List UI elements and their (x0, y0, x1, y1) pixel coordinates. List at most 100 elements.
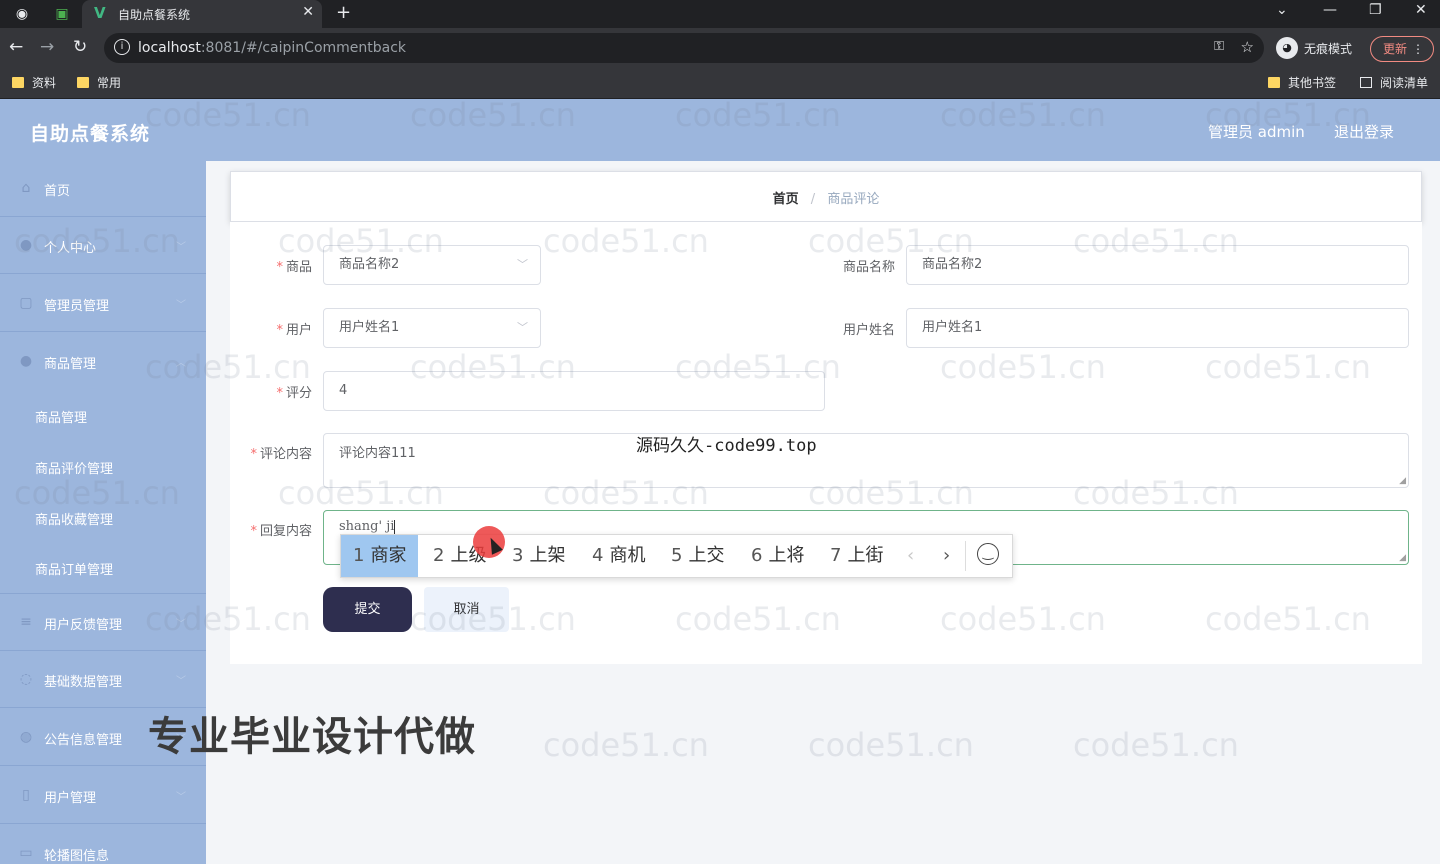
required-mark: * (276, 260, 283, 275)
ime-candidate-number: 6 (751, 545, 763, 566)
browser-tab[interactable]: V 自助点餐系统 ✕ (82, 0, 322, 28)
breadcrumb-separator: / (810, 192, 816, 207)
vue-logo-icon: V (94, 4, 106, 22)
ime-candidate[interactable]: 5 上交 (671, 535, 724, 577)
ime-candidate-text: 商机 (609, 545, 646, 566)
breadcrumb: 首页 / 商品评论 (230, 171, 1422, 222)
app-header: 自助点餐系统 管理员 admin 退出登录 (0, 99, 1440, 161)
browser-toolbar: ← → ↻ i localhost:8081/#/caipinCommentba… (0, 28, 1440, 68)
score-field[interactable]: 4 (323, 371, 825, 411)
watermark: code51.cn (1073, 726, 1239, 764)
sidebar-item-label: 商品管理 (44, 357, 97, 372)
ime-candidate-text: 上架 (529, 545, 566, 566)
site-info-icon[interactable]: i (114, 39, 130, 55)
ime-candidate-number: 3 (512, 545, 524, 566)
ime-prev-page-icon[interactable]: ‹ (907, 535, 914, 577)
password-key-icon[interactable]: ⚿ (1214, 39, 1224, 54)
sidebar-item-users[interactable]: ▯ 用户管理 ﹀ (0, 768, 206, 824)
sidebar-item-profile[interactable]: ● 个人中心 ﹀ (0, 218, 206, 274)
sidebar-item-admins[interactable]: ▢ 管理员管理 ﹀ (0, 276, 206, 332)
back-icon[interactable]: ← (9, 37, 23, 57)
score-label: * 评分 (250, 382, 312, 401)
more-menu-icon[interactable]: ⋮ (1412, 37, 1424, 61)
phone-icon: ▯ (22, 787, 30, 803)
document-icon: ▢ (19, 295, 33, 311)
incognito-indicator[interactable]: ◕ 无痕模式 (1276, 37, 1352, 59)
folder-icon (12, 77, 24, 88)
ime-candidate[interactable]: 4 商机 (592, 535, 645, 577)
home-icon: ⌂ (21, 180, 31, 196)
reload-icon[interactable]: ↻ (73, 37, 87, 57)
bookmark-folder[interactable]: 常用 (77, 74, 121, 91)
emoji-icon[interactable]: ‿ (977, 543, 999, 565)
tab-search-icon[interactable]: ⌄ (1276, 2, 1288, 18)
sidebar-item-feedback[interactable]: ≡ 用户反馈管理 ﹀ (0, 595, 206, 651)
address-bar[interactable]: i localhost:8081/#/caipinCommentback ⚿ ☆ (104, 33, 1264, 63)
close-tab-icon[interactable]: ✕ (302, 4, 314, 20)
product-label: * 商品 (250, 256, 312, 275)
image-icon: ▭ (19, 845, 33, 861)
comment-textarea[interactable]: 评论内容111 ◢ (323, 433, 1409, 488)
update-button[interactable]: 更新 ⋮ (1370, 36, 1434, 62)
tab-title: 自助点餐系统 (118, 8, 191, 22)
required-mark: * (276, 323, 283, 338)
user-select-value: 用户姓名1 (339, 320, 400, 335)
user-select[interactable]: 用户姓名1 ﹀ (323, 308, 541, 348)
sidebar-item-carousel[interactable]: ▭ 轮播图信息 (0, 826, 206, 864)
browser-menu-icon[interactable]: ◉ (12, 4, 32, 24)
logout-link[interactable]: 退出登录 (1334, 121, 1394, 142)
comment-label-text: 评论内容 (259, 447, 312, 462)
restore-icon[interactable]: ❐ (1369, 2, 1382, 18)
ime-candidate-number: 7 (830, 545, 842, 566)
chevron-down-icon: ﹀ (517, 258, 528, 271)
sidebar-subitem-favorites[interactable]: 商品收藏管理 (0, 492, 206, 543)
comment-value: 评论内容111 (339, 446, 416, 461)
bookmark-star-icon[interactable]: ☆ (1241, 38, 1254, 56)
user-name-field[interactable]: 用户姓名1 (906, 308, 1409, 348)
ime-candidate-number: 2 (433, 545, 445, 566)
ime-candidate-number: 1 (353, 545, 365, 566)
other-bookmarks[interactable]: 其他书签 (1268, 74, 1336, 91)
new-tab-button[interactable]: + (336, 2, 351, 23)
ime-candidate[interactable]: 6 上将 (751, 535, 804, 577)
sidebar-item-products[interactable]: ● 商品管理 ︿ (0, 334, 206, 390)
chevron-down-icon: ﹀ (517, 321, 528, 334)
breadcrumb-home[interactable]: 首页 (773, 192, 799, 207)
required-mark: * (250, 447, 257, 462)
minimize-icon[interactable]: — (1323, 2, 1337, 18)
sidebar-item-basic-data[interactable]: ◌ 基础数据管理 ﹀ (0, 652, 206, 708)
ime-next-page-icon[interactable]: › (943, 535, 950, 577)
resize-handle-icon[interactable]: ◢ (1399, 476, 1406, 486)
reading-list-label: 阅读清单 (1380, 76, 1429, 90)
bookmark-folder[interactable]: 资料 (12, 74, 56, 91)
resize-handle-icon[interactable]: ◢ (1399, 553, 1406, 563)
ime-candidate[interactable]: 3 上架 (512, 535, 565, 577)
bookmark-label: 常用 (97, 76, 122, 90)
ime-candidate[interactable]: 1 商家 (341, 535, 419, 577)
sidebar-subitem-label: 商品订单管理 (35, 563, 114, 578)
reading-list[interactable]: 阅读清单 (1360, 74, 1428, 91)
forward-icon[interactable]: → (40, 37, 54, 57)
ime-candidate-number: 5 (671, 545, 683, 566)
list-icon: ≡ (20, 614, 32, 630)
sidebar-subitem-orders[interactable]: 商品订单管理 (0, 542, 206, 594)
chevron-down-icon: ﹀ (176, 619, 186, 630)
cancel-button[interactable]: 取消 (424, 587, 509, 632)
sidebar-item-label: 个人中心 (44, 241, 97, 256)
user-label: * 用户 (250, 319, 312, 338)
reply-label-text: 回复内容 (259, 524, 312, 539)
sidebar-subitem-label: 商品收藏管理 (35, 513, 114, 528)
user-label-text: 用户 (285, 323, 312, 338)
ime-candidate-text: 上街 (847, 545, 884, 566)
sidebar-subitem-comments[interactable]: 商品评价管理 (0, 441, 206, 492)
extension-icon[interactable]: ▣ (52, 4, 72, 24)
sidebar-item-home[interactable]: ⌂ 首页 (0, 161, 206, 217)
product-name-field[interactable]: 商品名称2 (906, 245, 1409, 285)
close-window-icon[interactable]: ✕ (1415, 2, 1427, 18)
product-select[interactable]: 商品名称2 ﹀ (323, 245, 541, 285)
required-mark: * (250, 524, 257, 539)
submit-button[interactable]: 提交 (323, 587, 412, 632)
sidebar-subitem-products[interactable]: 商品管理 (0, 390, 206, 441)
product-label-text: 商品 (285, 260, 312, 275)
ime-candidate[interactable]: 7 上街 (830, 535, 883, 577)
